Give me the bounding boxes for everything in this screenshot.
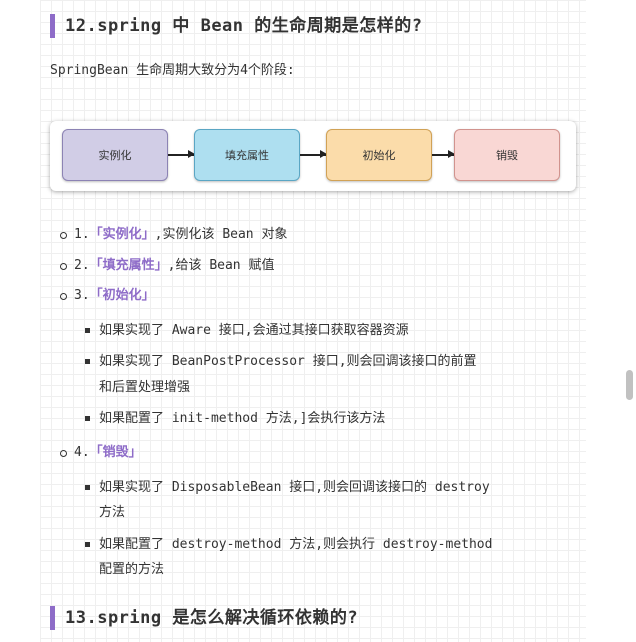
sub-bullet: [85, 359, 90, 364]
list-bullet: [60, 263, 67, 270]
stage-initialize: 初始化: [326, 129, 432, 181]
list-item-4: 4.「销毁」: [74, 445, 142, 460]
destroy-sub-1-line1: 如果实现了 DisposableBean 接口,则会回调该接口的 destroy: [99, 480, 490, 495]
sub-bullet: [85, 328, 90, 333]
stage-instantiate: 实例化: [62, 129, 168, 181]
sub-bullet: [85, 542, 90, 547]
list-bullet: [60, 232, 67, 239]
article-content: 12.spring 中 Bean 的生命周期是怎样的? SpringBean 生…: [40, 0, 586, 642]
list-item-1: 1.「实例化」,实例化该 Bean 对象: [74, 227, 288, 242]
arrow-3: [432, 151, 455, 157]
stage-populate: 填充属性: [194, 129, 300, 181]
section-heading-12: 12.spring 中 Bean 的生命周期是怎样的?: [50, 14, 423, 38]
init-sub-3: 如果配置了 init-method 方法,]会执行该方法: [99, 411, 386, 426]
list-item-2: 2.「填充属性」,给该 Bean 赋值: [74, 258, 275, 273]
intro-text: SpringBean 生命周期大致分为4个阶段:: [50, 63, 295, 78]
arrow-2: [300, 151, 327, 157]
destroy-sub-2-line2: 配置的方法: [99, 562, 165, 577]
lifecycle-diagram: 实例化 填充属性 初始化 销毁: [50, 121, 576, 191]
list-bullet: [60, 450, 67, 457]
init-sub-1: 如果实现了 Aware 接口,会通过其接口获取容器资源: [99, 323, 409, 338]
init-sub-2-line2: 和后置处理增强: [99, 380, 191, 395]
destroy-sub-1-line2: 方法: [99, 505, 126, 520]
section-heading-13: 13.spring 是怎么解决循环依赖的?: [50, 606, 358, 630]
scrollbar[interactable]: [622, 0, 636, 642]
destroy-sub-2-line1: 如果配置了 destroy-method 方法,则会执行 destroy-met…: [99, 537, 493, 552]
sub-bullet: [85, 416, 90, 421]
init-sub-2-line1: 如果实现了 BeanPostProcessor 接口,则会回调该接口的前置: [99, 354, 477, 369]
list-item-3: 3.「初始化」: [74, 288, 155, 303]
scrollbar-thumb[interactable]: [626, 370, 633, 400]
arrow-1: [168, 151, 195, 157]
sub-bullet: [85, 485, 90, 490]
stage-destroy: 销毁: [454, 129, 560, 181]
list-bullet: [60, 293, 67, 300]
